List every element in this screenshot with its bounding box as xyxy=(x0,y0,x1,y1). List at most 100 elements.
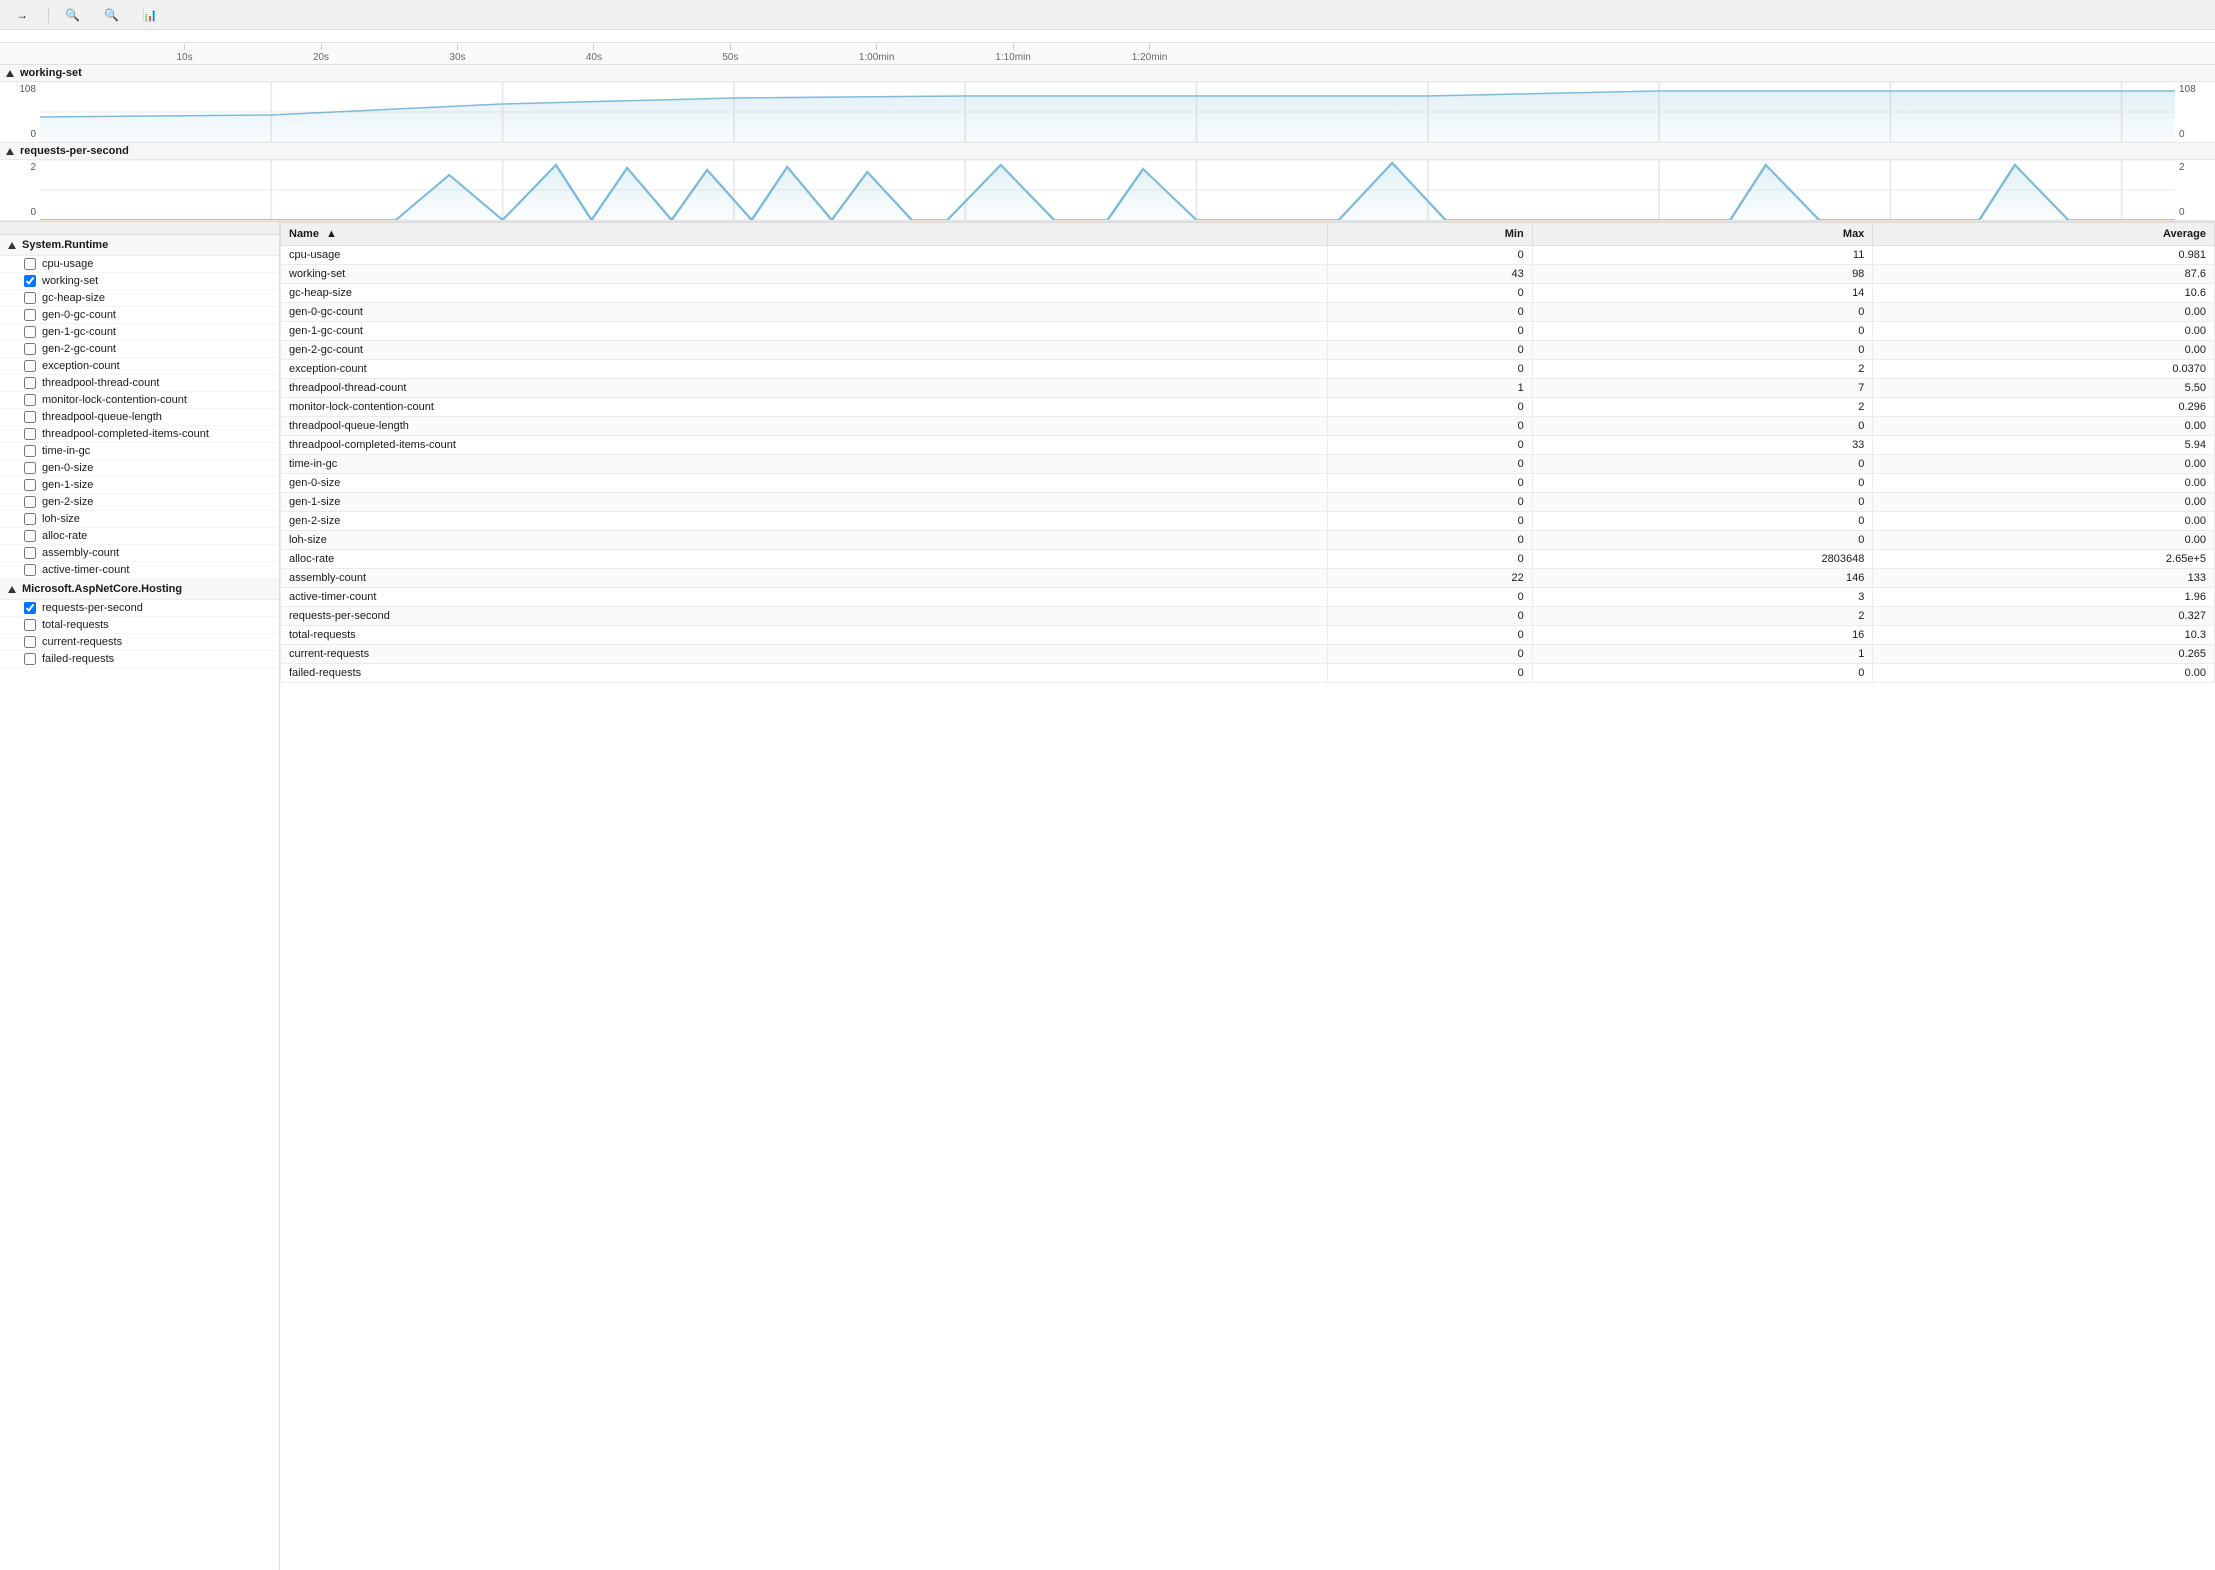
td-max-4: 0 xyxy=(1532,322,1873,341)
checkbox-total-requests[interactable] xyxy=(24,619,36,631)
tree-item-label-monitor-lock-contention-count: monitor-lock-contention-count xyxy=(42,394,187,406)
checkbox-cpu-usage[interactable] xyxy=(24,258,36,270)
tree-item-label-gen-0-gc-count: gen-0-gc-count xyxy=(42,309,116,321)
tree-group-header-0[interactable]: System.Runtime xyxy=(0,235,279,256)
tree-item-gen-0-size: gen-0-size xyxy=(0,460,279,477)
checkbox-threadpool-thread-count[interactable] xyxy=(24,377,36,389)
sort-arrow-name: ▲ xyxy=(326,228,337,240)
checkbox-alloc-rate[interactable] xyxy=(24,530,36,542)
checkbox-gen-1-gc-count[interactable] xyxy=(24,326,36,338)
td-name-18: active-timer-count xyxy=(281,588,1328,607)
td-min-1: 43 xyxy=(1328,265,1533,284)
td-average-5: 0.00 xyxy=(1873,341,2215,360)
output-button[interactable]: → xyxy=(8,6,40,24)
chart-working-set-label: working-set xyxy=(20,67,82,79)
checkbox-threadpool-queue-length[interactable] xyxy=(24,411,36,423)
table-row: time-in-gc000.00 xyxy=(281,455,2215,474)
td-name-8: monitor-lock-contention-count xyxy=(281,398,1328,417)
td-average-10: 5.94 xyxy=(1873,436,2215,455)
td-average-12: 0.00 xyxy=(1873,474,2215,493)
zoom-in-button[interactable]: 🔍 xyxy=(57,6,92,24)
chart-y-axis-right-rps: 2 0 xyxy=(2175,160,2215,220)
td-name-21: current-requests xyxy=(281,645,1328,664)
chart-label-requests-per-second: requests-per-second xyxy=(0,143,2215,160)
reset-zoom-button[interactable]: 🔍 xyxy=(96,6,131,24)
checkbox-gc-heap-size[interactable] xyxy=(24,292,36,304)
table-row: threadpool-completed-items-count0335.94 xyxy=(281,436,2215,455)
checkbox-gen-2-gc-count[interactable] xyxy=(24,343,36,355)
td-average-11: 0.00 xyxy=(1873,455,2215,474)
checkbox-current-requests[interactable] xyxy=(24,636,36,648)
table-row: gen-1-gc-count000.00 xyxy=(281,322,2215,341)
checkbox-gen-0-gc-count[interactable] xyxy=(24,309,36,321)
ruler-tick-20s: 20s xyxy=(313,44,329,63)
tree-item-label-assembly-count: assembly-count xyxy=(42,547,119,559)
table-row: requests-per-second020.327 xyxy=(281,607,2215,626)
chart-plot-rps[interactable] xyxy=(40,160,2175,220)
td-average-17: 133 xyxy=(1873,569,2215,588)
td-average-1: 87.6 xyxy=(1873,265,2215,284)
collapse-rps-icon[interactable] xyxy=(6,148,14,155)
table-row: gen-2-size000.00 xyxy=(281,512,2215,531)
td-min-8: 0 xyxy=(1328,398,1533,417)
left-panel: System.Runtimecpu-usageworking-setgc-hea… xyxy=(0,222,280,1570)
td-max-18: 3 xyxy=(1532,588,1873,607)
tree-item-gc-heap-size: gc-heap-size xyxy=(0,290,279,307)
th-name[interactable]: Name ▲ xyxy=(281,223,1328,246)
td-max-8: 2 xyxy=(1532,398,1873,417)
td-max-9: 0 xyxy=(1532,417,1873,436)
td-name-4: gen-1-gc-count xyxy=(281,322,1328,341)
checkbox-working-set[interactable] xyxy=(24,275,36,287)
table-row: alloc-rate028036482.65e+5 xyxy=(281,550,2215,569)
checkbox-monitor-lock-contention-count[interactable] xyxy=(24,394,36,406)
tree-item-label-gen-1-gc-count: gen-1-gc-count xyxy=(42,326,116,338)
td-min-17: 22 xyxy=(1328,569,1533,588)
tree-item-active-timer-count: active-timer-count xyxy=(0,562,279,579)
checkbox-assembly-count[interactable] xyxy=(24,547,36,559)
td-max-13: 0 xyxy=(1532,493,1873,512)
td-average-7: 5.50 xyxy=(1873,379,2215,398)
checkbox-requests-per-second[interactable] xyxy=(24,602,36,614)
checkbox-threadpool-completed-items-count[interactable] xyxy=(24,428,36,440)
td-min-5: 0 xyxy=(1328,341,1533,360)
tree-item-current-requests: current-requests xyxy=(0,634,279,651)
td-name-11: time-in-gc xyxy=(281,455,1328,474)
checkbox-loh-size[interactable] xyxy=(24,513,36,525)
td-average-14: 0.00 xyxy=(1873,512,2215,531)
table-row: failed-requests000.00 xyxy=(281,664,2215,683)
checkbox-gen-2-size[interactable] xyxy=(24,496,36,508)
td-max-22: 0 xyxy=(1532,664,1873,683)
td-average-6: 0.0370 xyxy=(1873,360,2215,379)
ruler-tick-40s: 40s xyxy=(586,44,602,63)
checkbox-failed-requests[interactable] xyxy=(24,653,36,665)
table-row: gen-0-gc-count000.00 xyxy=(281,303,2215,322)
collapse-working-set-icon[interactable] xyxy=(6,70,14,77)
td-name-17: assembly-count xyxy=(281,569,1328,588)
checkbox-gen-0-size[interactable] xyxy=(24,462,36,474)
checkbox-exception-count[interactable] xyxy=(24,360,36,372)
tree-item-cpu-usage: cpu-usage xyxy=(0,256,279,273)
ruler-tick-50s: 50s xyxy=(722,44,738,63)
td-max-10: 33 xyxy=(1532,436,1873,455)
td-average-18: 1.96 xyxy=(1873,588,2215,607)
checkbox-gen-1-size[interactable] xyxy=(24,479,36,491)
tree-item-alloc-rate: alloc-rate xyxy=(0,528,279,545)
tree-item-label-failed-requests: failed-requests xyxy=(42,653,114,665)
td-average-4: 0.00 xyxy=(1873,322,2215,341)
chart-section-working-set: working-set 108 0 xyxy=(0,65,2215,143)
tree-item-requests-per-second: requests-per-second xyxy=(0,600,279,617)
td-name-22: failed-requests xyxy=(281,664,1328,683)
tree-item-threadpool-completed-items-count: threadpool-completed-items-count xyxy=(0,426,279,443)
chart-plot-working-set[interactable] xyxy=(40,82,2175,142)
tree-item-label-gen-2-gc-count: gen-2-gc-count xyxy=(42,343,116,355)
tree-item-label-active-timer-count: active-timer-count xyxy=(42,564,129,576)
tree-item-exception-count: exception-count xyxy=(0,358,279,375)
checkbox-active-timer-count[interactable] xyxy=(24,564,36,576)
td-max-2: 14 xyxy=(1532,284,1873,303)
checkbox-time-in-gc[interactable] xyxy=(24,445,36,457)
clear-selection-button[interactable]: 📊 xyxy=(135,6,170,24)
td-min-4: 0 xyxy=(1328,322,1533,341)
tree-item-label-requests-per-second: requests-per-second xyxy=(42,602,143,614)
tree-item-threadpool-thread-count: threadpool-thread-count xyxy=(0,375,279,392)
tree-group-header-1[interactable]: Microsoft.AspNetCore.Hosting xyxy=(0,579,279,600)
